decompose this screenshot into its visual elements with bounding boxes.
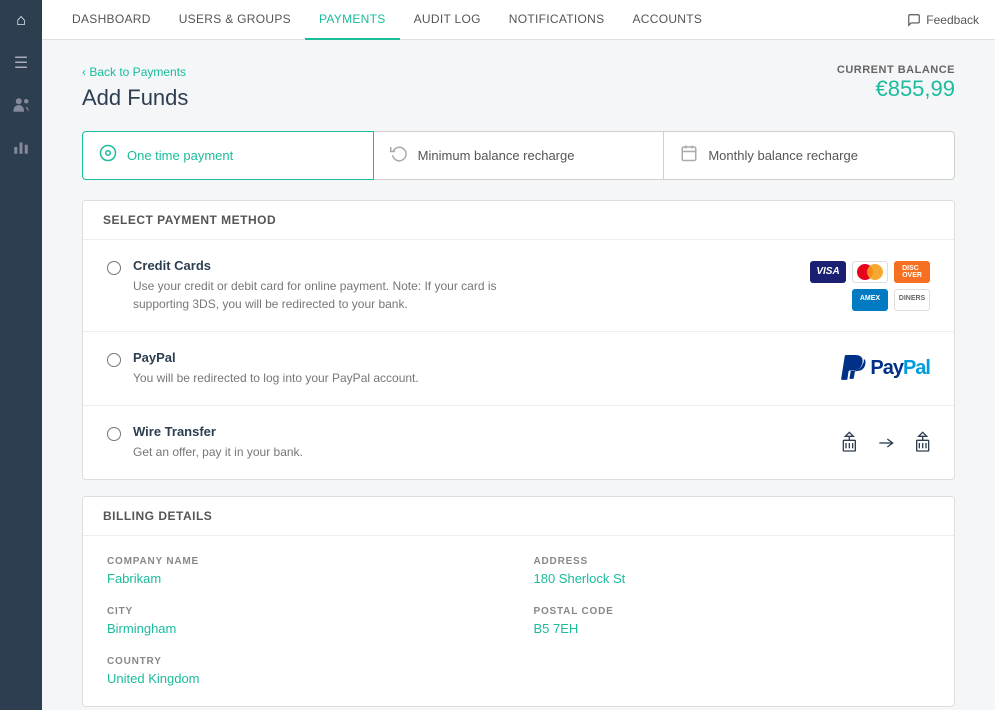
payment-methods-section: Select Payment Method Credit Cards Use y… [82, 200, 955, 480]
sidebar: ⌂ ☰ [0, 0, 42, 710]
visa-icon: VISA [810, 261, 846, 283]
nav-payments[interactable]: PAYMENTS [305, 0, 400, 40]
tab-minimum-recharge-label: Minimum balance recharge [418, 148, 575, 163]
paypal-text: PayPal [870, 357, 930, 380]
back-link[interactable]: ‹ Back to Payments [82, 65, 186, 79]
paypal-method[interactable]: PayPal You will be redirected to log int… [83, 332, 954, 406]
paypal-left: PayPal You will be redirected to log int… [107, 350, 419, 387]
company-name-value: Fabrikam [107, 571, 504, 586]
credit-cards-method[interactable]: Credit Cards Use your credit or debit ca… [83, 240, 954, 332]
page-content: ‹ Back to Payments Add Funds Current Bal… [42, 40, 995, 710]
nav-items: DASHBOARD USERS & GROUPS PAYMENTS AUDIT … [58, 0, 716, 40]
postal-code-field: POSTAL CODE B5 7EH [534, 606, 931, 636]
tab-monthly-recharge-label: Monthly balance recharge [708, 148, 858, 163]
payment-methods-header: Select Payment Method [83, 201, 954, 240]
main-container: DASHBOARD USERS & GROUPS PAYMENTS AUDIT … [42, 0, 995, 710]
nav-notifications[interactable]: NOTIFICATIONS [495, 0, 619, 40]
feedback-button[interactable]: Feedback [907, 13, 979, 27]
discover-icon: DISCOVER [894, 261, 930, 283]
wire-transfer-name: Wire Transfer [133, 424, 303, 439]
mastercard-icon [852, 261, 888, 283]
nav-audit-log[interactable]: AUDIT LOG [400, 0, 495, 40]
users-icon[interactable] [0, 84, 42, 126]
address-field: ADDRESS 180 Sherlock St [534, 556, 931, 586]
country-label: COUNTRY [107, 656, 504, 667]
tab-one-time-label: One time payment [127, 148, 233, 163]
credit-cards-name: Credit Cards [133, 258, 513, 273]
city-field: CITY Birmingham [107, 606, 504, 636]
billing-details-section: Billing Details COMPANY NAME Fabrikam AD… [82, 496, 955, 707]
wire-transfer-desc: Get an offer, pay it in your bank. [133, 443, 303, 461]
payment-type-tabs: One time payment Minimum balance recharg… [82, 131, 955, 180]
one-time-icon [99, 144, 117, 167]
wire-transfer-radio[interactable] [107, 427, 121, 441]
address-label: ADDRESS [534, 556, 931, 567]
wire-transfer-icon [842, 427, 930, 459]
header-left: ‹ Back to Payments Add Funds [82, 64, 188, 111]
monthly-recharge-icon [680, 144, 698, 167]
billing-grid: COMPANY NAME Fabrikam ADDRESS 180 Sherlo… [83, 536, 954, 706]
credit-cards-info: Credit Cards Use your credit or debit ca… [133, 258, 513, 313]
credit-cards-left: Credit Cards Use your credit or debit ca… [107, 258, 513, 313]
credit-cards-desc: Use your credit or debit card for online… [133, 277, 513, 313]
tab-one-time[interactable]: One time payment [82, 131, 374, 180]
postal-code-value: B5 7EH [534, 621, 931, 636]
nav-dashboard[interactable]: DASHBOARD [58, 0, 165, 40]
balance-label: Current Balance [837, 64, 955, 76]
paypal-radio[interactable] [107, 353, 121, 367]
address-value: 180 Sherlock St [534, 571, 931, 586]
tab-monthly-recharge[interactable]: Monthly balance recharge [663, 131, 955, 180]
wire-transfer-info: Wire Transfer Get an offer, pay it in yo… [133, 424, 303, 461]
paypal-info: PayPal You will be redirected to log int… [133, 350, 419, 387]
home-icon[interactable]: ⌂ [0, 0, 42, 42]
paypal-logo: PayPal [839, 355, 930, 383]
diners-icon: DINERS [894, 289, 930, 311]
city-value: Birmingham [107, 621, 504, 636]
balance-section: Current Balance €855,99 [837, 64, 955, 102]
top-navigation: DASHBOARD USERS & GROUPS PAYMENTS AUDIT … [42, 0, 995, 40]
amex-icon: AMEX [852, 289, 888, 311]
menu-icon[interactable]: ☰ [0, 42, 42, 84]
billing-details-header: Billing Details [83, 497, 954, 536]
company-name-field: COMPANY NAME Fabrikam [107, 556, 504, 586]
country-value: United Kingdom [107, 671, 504, 686]
paypal-desc: You will be redirected to log into your … [133, 369, 419, 387]
wire-transfer-left: Wire Transfer Get an offer, pay it in yo… [107, 424, 303, 461]
credit-cards-radio[interactable] [107, 261, 121, 275]
nav-accounts[interactable]: ACCOUNTS [618, 0, 716, 40]
page-title: Add Funds [82, 85, 188, 111]
country-field: COUNTRY United Kingdom [107, 656, 504, 686]
chart-icon[interactable] [0, 126, 42, 168]
min-recharge-icon [390, 144, 408, 167]
tab-minimum-recharge[interactable]: Minimum balance recharge [373, 131, 665, 180]
page-header: ‹ Back to Payments Add Funds Current Bal… [82, 64, 955, 111]
credit-card-icons: VISA DISCOVER AMEX DINERS [810, 261, 930, 311]
company-name-label: COMPANY NAME [107, 556, 504, 567]
postal-code-label: POSTAL CODE [534, 606, 931, 617]
city-label: CITY [107, 606, 504, 617]
wire-transfer-method[interactable]: Wire Transfer Get an offer, pay it in yo… [83, 406, 954, 479]
nav-users-groups[interactable]: USERS & GROUPS [165, 0, 305, 40]
feedback-label: Feedback [926, 13, 979, 27]
balance-value: €855,99 [837, 76, 955, 102]
paypal-name: PayPal [133, 350, 419, 365]
